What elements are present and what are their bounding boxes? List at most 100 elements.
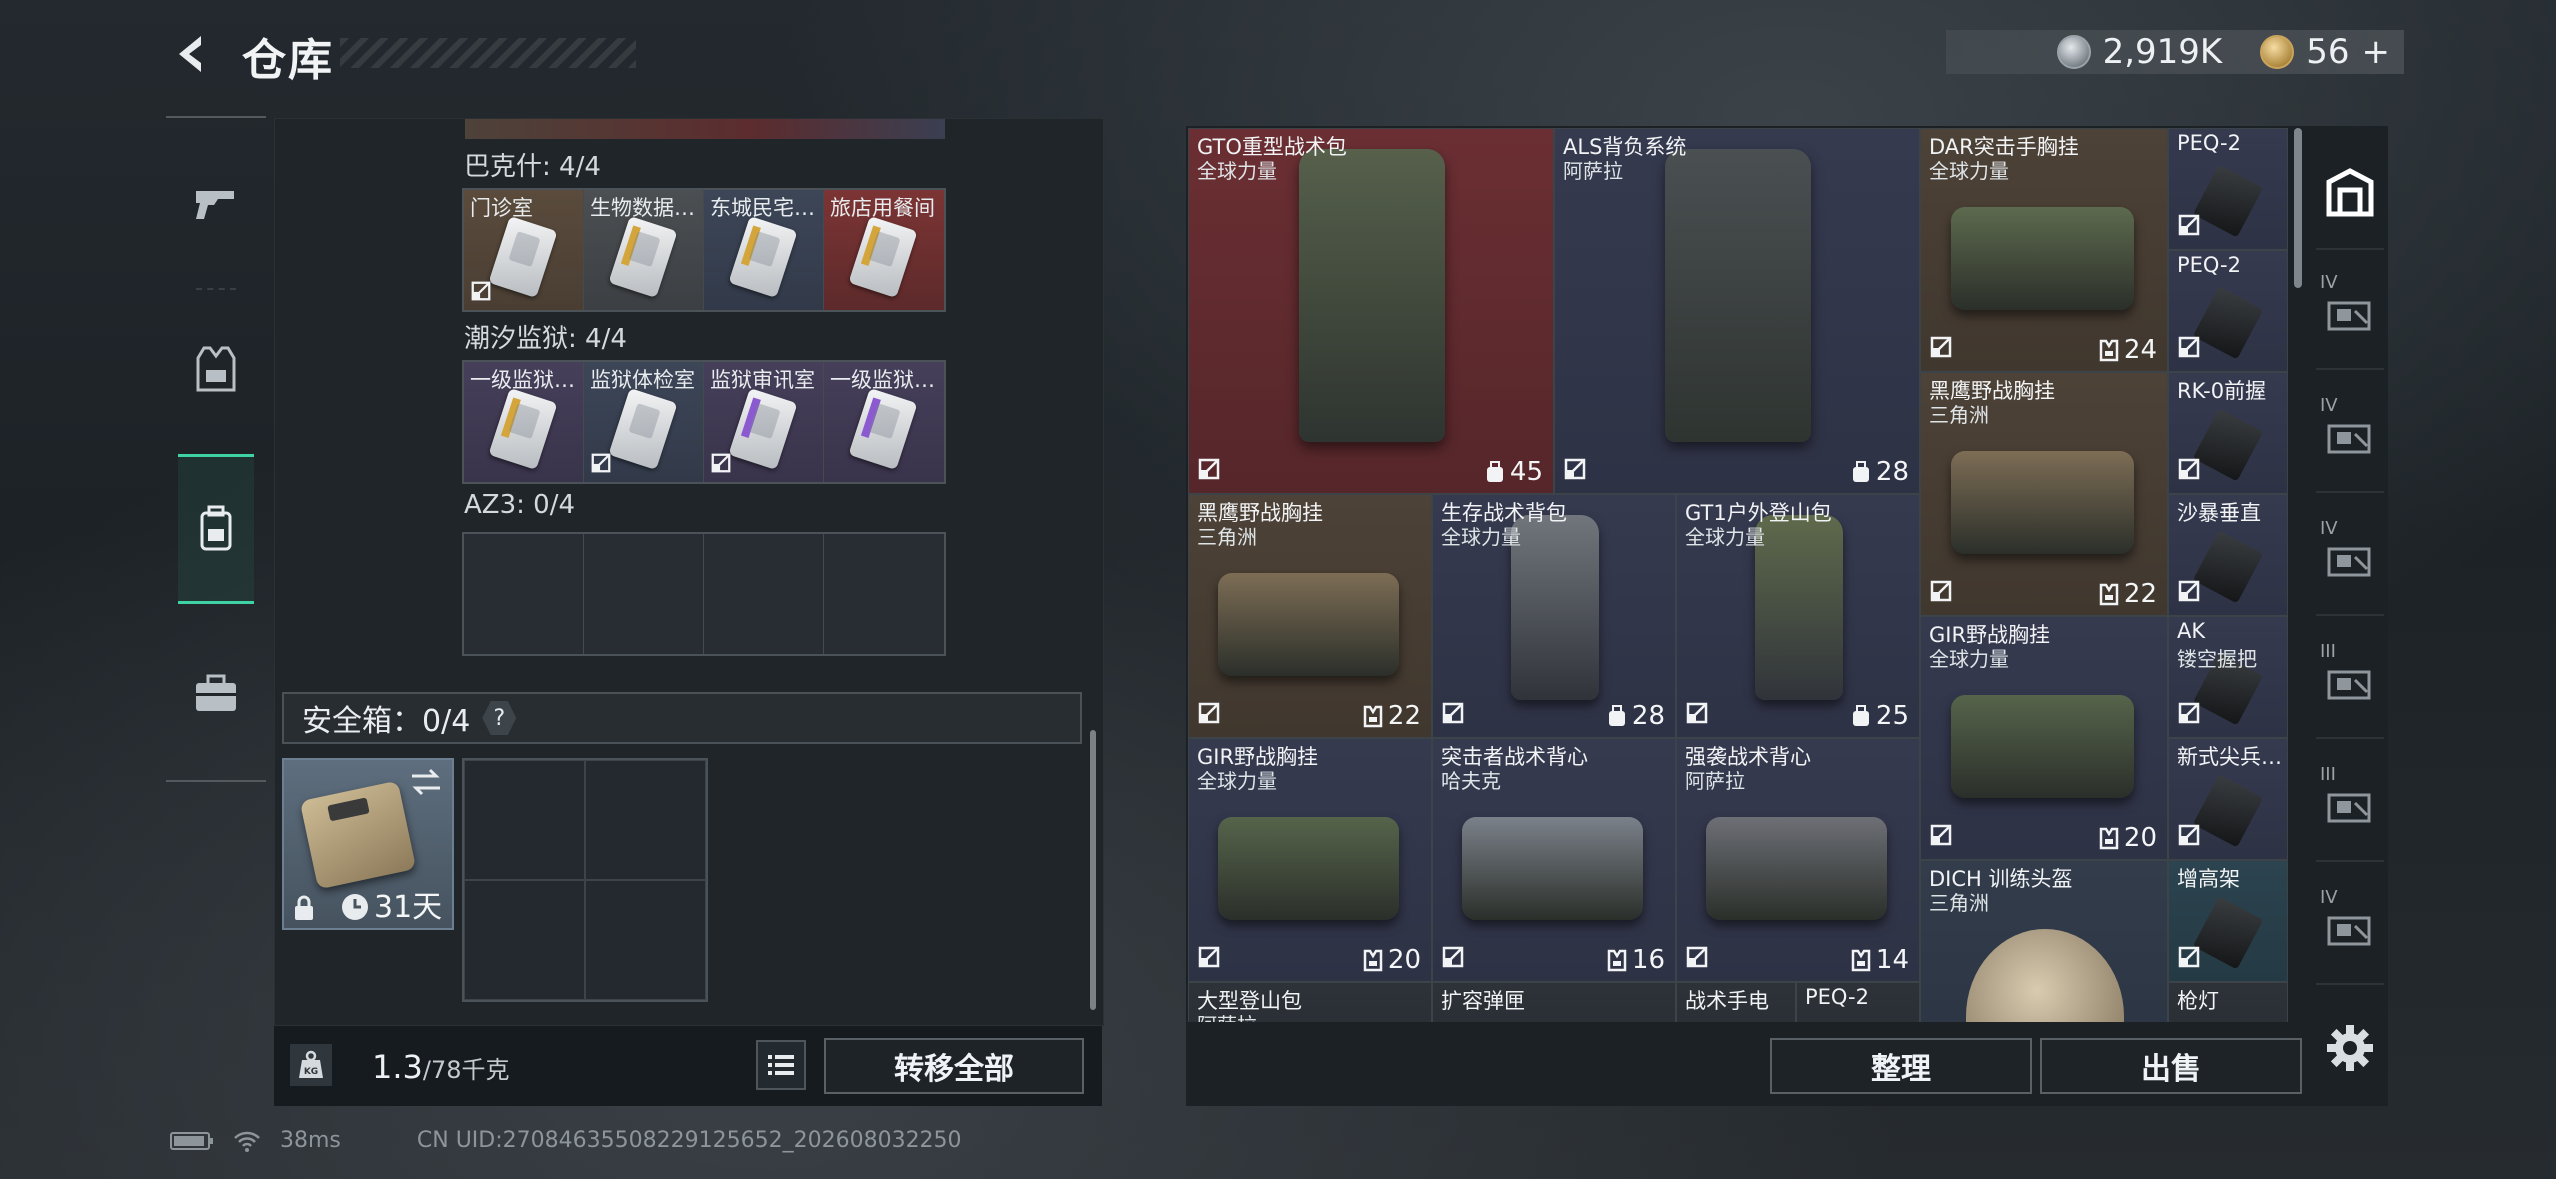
stash-tab-tool-case[interactable]: IV xyxy=(2316,504,2384,616)
no-stack-badge xyxy=(2177,335,2201,363)
stash-item[interactable]: DICH 训练头盔 三角洲 xyxy=(1920,860,2168,1022)
pistol-icon xyxy=(196,191,234,219)
keycard-slot[interactable]: 一级监狱… xyxy=(824,362,944,482)
clock-icon xyxy=(342,894,368,920)
no-stack-badge xyxy=(1685,945,1709,973)
no-stack-badge xyxy=(1441,945,1465,973)
keycard-slot[interactable]: 东城民宅… xyxy=(704,190,824,310)
stash-tab-weapon-case[interactable]: IV xyxy=(2316,258,2384,370)
stash-item[interactable]: 扩容弹匣 xyxy=(1432,982,1676,1022)
item-faction: 阿萨拉 xyxy=(1685,769,1745,793)
back-button[interactable] xyxy=(166,30,220,78)
safebox-item[interactable]: 31天 xyxy=(282,758,454,930)
stash-item[interactable]: GTO重型战术包 全球力量 45 xyxy=(1188,128,1554,494)
add-currency-button[interactable]: + xyxy=(2362,32,2391,72)
stash-item[interactable]: 强袭战术背心 阿萨拉 14 xyxy=(1676,738,1920,982)
stash-item[interactable]: GT1户外登山包 全球力量 25 xyxy=(1676,494,1920,738)
container-grid: 门诊室 生物数据… 东城民宅… 旅店用餐间 xyxy=(462,188,946,312)
nav-cases[interactable] xyxy=(178,618,254,768)
backpack-image xyxy=(1298,149,1446,442)
keycard-slot[interactable]: 生物数据… xyxy=(584,190,704,310)
nav-weapons[interactable] xyxy=(178,128,254,278)
stash-item[interactable]: 战术手电 xyxy=(1676,982,1796,1022)
empty-slot[interactable] xyxy=(464,534,584,654)
stash-item[interactable]: 突击者战术背心 哈夫克 16 xyxy=(1432,738,1676,982)
capacity-badge: 28 xyxy=(1606,701,1665,731)
attachment-image xyxy=(2192,530,2264,604)
stash-tab-hazard-box[interactable]: III xyxy=(2316,627,2384,739)
capacity-badge: 20 xyxy=(1362,945,1421,975)
page-title: 仓库 xyxy=(242,35,334,86)
nav-armor[interactable] xyxy=(178,294,254,444)
stash-item[interactable]: GIR野战胸挂 全球力量 20 xyxy=(1188,738,1432,982)
keycard-image xyxy=(728,215,798,299)
stash-item[interactable]: 黑鹰野战胸挂 三角洲 22 xyxy=(1920,372,2168,616)
capacity-badge: 24 xyxy=(2098,335,2157,365)
keycard-slot[interactable]: 监狱审讯室 xyxy=(704,362,824,482)
stash-item[interactable]: 新式尖兵… xyxy=(2168,738,2288,860)
stash-item[interactable]: PEQ-2 xyxy=(2168,128,2288,250)
attachment-image xyxy=(2192,774,2264,848)
stash-item[interactable]: 黑鹰野战胸挂 三角洲 22 xyxy=(1188,494,1432,738)
stash-item[interactable]: AK 镂空握把 xyxy=(2168,616,2288,738)
stash-item[interactable]: 生存战术背包 全球力量 28 xyxy=(1432,494,1676,738)
backpack-icon xyxy=(200,505,232,551)
stash-item[interactable]: RK-0前握 xyxy=(2168,372,2288,494)
no-stack-badge xyxy=(1197,701,1221,729)
stash-tab-ammo-box[interactable]: IV xyxy=(2316,381,2384,493)
capacity-value: 25 xyxy=(1875,701,1909,731)
stash-item[interactable]: 枪灯 xyxy=(2168,982,2288,1022)
no-stack-icon xyxy=(1198,702,1220,724)
list-view-button[interactable] xyxy=(756,1040,806,1090)
empty-slot[interactable] xyxy=(824,534,944,654)
safebox-slot[interactable] xyxy=(585,760,706,880)
left-scrollbar[interactable] xyxy=(1090,730,1096,1010)
weight-current: 1.3 xyxy=(372,1048,423,1086)
stash-item[interactable]: ALS背负系统 阿萨拉 28 xyxy=(1554,128,1920,494)
stash-item[interactable]: PEQ-2 xyxy=(2168,250,2288,372)
no-stack-icon xyxy=(1686,946,1708,968)
vest-capacity-icon xyxy=(1363,949,1383,972)
keycard-name: 一级监狱… xyxy=(830,368,935,392)
no-stack-icon xyxy=(2178,580,2200,602)
stash-item[interactable]: 大型登山包阿萨拉 xyxy=(1188,982,1432,1022)
swap-icon xyxy=(412,768,440,796)
keycard-slot[interactable]: 监狱体检室 xyxy=(584,362,704,482)
safebox-duration: 31天 xyxy=(374,890,443,925)
stash-tab-stash[interactable] xyxy=(2316,138,2384,250)
keycard-image xyxy=(728,387,798,471)
stash-item[interactable]: 增高架 xyxy=(2168,860,2288,982)
nav-backpack[interactable] xyxy=(178,454,254,604)
stash-item[interactable]: PEQ-2 xyxy=(1796,982,1920,1022)
keycard-slot[interactable]: 旅店用餐间 xyxy=(824,190,944,310)
no-stack-badge xyxy=(1441,701,1465,729)
stash-tab-crate[interactable]: IV xyxy=(2316,873,2384,985)
stash-tab-gun-rack[interactable]: III xyxy=(2316,750,2384,862)
stash-item[interactable]: 沙暴垂直 xyxy=(2168,494,2288,616)
safebox-slot[interactable] xyxy=(464,760,585,880)
attachment-image xyxy=(2192,286,2264,360)
keycard-image xyxy=(848,215,918,299)
keycard-name: 一级监狱… xyxy=(470,368,575,392)
transfer-all-button[interactable]: 转移全部 xyxy=(824,1038,1084,1094)
keycard-slot[interactable]: 一级监狱… xyxy=(464,362,584,482)
keycard-name: 门诊室 xyxy=(470,196,533,220)
list-icon xyxy=(768,1055,794,1075)
no-stack-icon xyxy=(711,453,731,473)
currency-bar: 2,919K 56 + xyxy=(1946,30,2404,74)
keycard-slot[interactable]: 门诊室 xyxy=(464,190,584,310)
sell-button[interactable]: 出售 xyxy=(2040,1038,2302,1094)
item-faction: 哈夫克 xyxy=(1441,769,1501,793)
settings-button[interactable] xyxy=(2320,1018,2380,1078)
empty-slot[interactable] xyxy=(584,534,704,654)
empty-slot[interactable] xyxy=(704,534,824,654)
safebox-slots[interactable] xyxy=(462,758,708,1002)
stash-scrollbar[interactable] xyxy=(2294,128,2302,288)
safebox-slot[interactable] xyxy=(464,880,585,1000)
help-button[interactable]: ? xyxy=(482,701,517,735)
safebox-slot[interactable] xyxy=(585,880,706,1000)
item-name: PEQ-2 xyxy=(2177,253,2241,277)
organize-button[interactable]: 整理 xyxy=(1770,1038,2032,1094)
stash-item[interactable]: DAR突击手胸挂 全球力量 24 xyxy=(1920,128,2168,372)
stash-item[interactable]: GIR野战胸挂 全球力量 20 xyxy=(1920,616,2168,860)
